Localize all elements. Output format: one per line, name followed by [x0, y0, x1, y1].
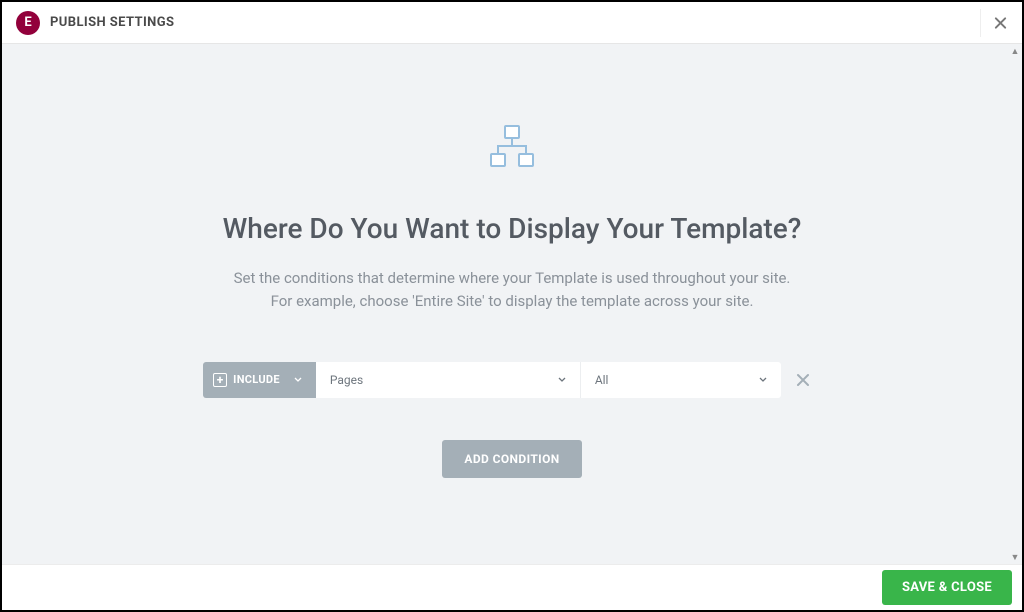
chevron-down-icon: [558, 377, 566, 382]
sitemap-icon: [487, 124, 537, 172]
include-mode-select[interactable]: + INCLUDE: [203, 362, 316, 398]
page-description: Set the conditions that determine where …: [234, 267, 791, 314]
content: Where Do You Want to Display Your Templa…: [2, 44, 1022, 564]
scroll-up-arrow-icon[interactable]: ▲: [1008, 44, 1022, 58]
description-line1: Set the conditions that determine where …: [234, 269, 791, 287]
description-line2: For example, choose 'Entire Site' to dis…: [271, 292, 754, 310]
chevron-down-icon: [759, 377, 767, 382]
modal-header: E PUBLISH SETTINGS: [2, 2, 1022, 44]
condition-row: + INCLUDE Pages All: [203, 362, 821, 398]
close-icon: [993, 15, 1008, 31]
modal-footer: SAVE & CLOSE: [2, 564, 1022, 610]
scroll-down-arrow-icon[interactable]: ▼: [1008, 550, 1022, 564]
filter-select[interactable]: All: [581, 362, 781, 398]
modal-title: PUBLISH SETTINGS: [50, 15, 174, 30]
remove-condition-button[interactable]: [785, 362, 821, 398]
chevron-down-icon: [294, 377, 302, 382]
close-icon: [796, 373, 810, 387]
plus-icon: +: [213, 373, 227, 387]
modal-body: Where Do You Want to Display Your Templa…: [2, 44, 1022, 564]
vertical-scrollbar[interactable]: ▲ ▼: [1008, 44, 1022, 564]
add-condition-button[interactable]: ADD CONDITION: [442, 440, 581, 478]
elementor-logo-icon: E: [16, 11, 40, 35]
page-heading: Where Do You Want to Display Your Templa…: [223, 212, 802, 245]
scope-value: Pages: [330, 373, 363, 387]
save-and-close-button[interactable]: SAVE & CLOSE: [882, 570, 1012, 605]
filter-value: All: [595, 373, 609, 387]
close-button[interactable]: [980, 9, 1008, 37]
scope-select[interactable]: Pages: [316, 362, 581, 398]
scroll-track[interactable]: [1008, 58, 1022, 550]
include-mode-label: INCLUDE: [233, 373, 280, 386]
